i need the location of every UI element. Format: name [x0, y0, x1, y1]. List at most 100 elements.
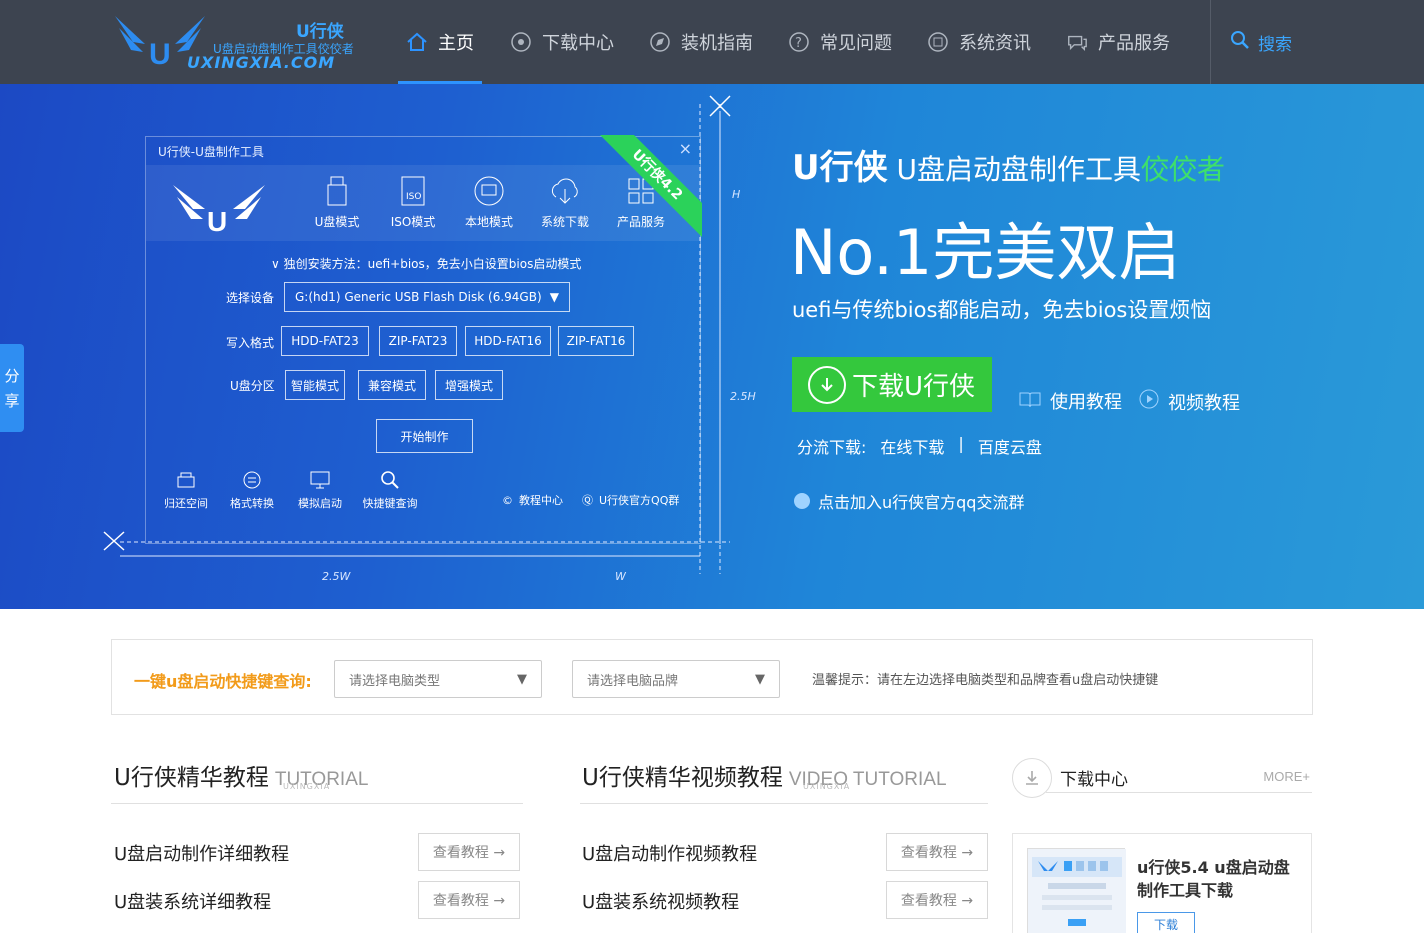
share-tab[interactable]: 分 享 [0, 344, 24, 432]
format-option[interactable]: HDD-FAT23 [281, 326, 369, 356]
video-item[interactable]: U盘装系统视频教程 [582, 888, 739, 914]
tool-mode-iso[interactable]: ISO ISO模式 [378, 175, 448, 230]
home-icon [406, 31, 428, 53]
section-divider [1046, 792, 1312, 793]
more-link[interactable]: MORE+ [1263, 769, 1310, 784]
download-center-header: 下载中心 MORE+ [1012, 758, 1312, 798]
view-tutorial-button[interactable]: 查看教程 → [418, 833, 520, 871]
video-tutorial-link[interactable]: 视频教程 [1138, 388, 1240, 415]
online-download-link[interactable]: 在线下载 [880, 434, 944, 458]
scissors-icon [103, 531, 125, 551]
nav-label: 系统资讯 [959, 33, 1031, 54]
qq-group-link[interactable]: Ⓠ U行侠官方QQ群 [582, 492, 679, 508]
search-button[interactable]: 搜索 [1230, 30, 1292, 55]
dim-2-5w: 2.5W [322, 570, 351, 583]
split-separator: | [958, 434, 964, 453]
download-center-title: 下载中心 [1060, 770, 1128, 790]
nav-divider [1210, 0, 1211, 84]
computer-type-select[interactable]: 请选择电脑类型 ▼ [334, 660, 542, 698]
tool-hint: ∨ 独创安装方法：uefi+bios，免去小白设置bios启动模式 [271, 257, 582, 271]
tool-foot-restore[interactable]: 归还空间 [151, 469, 221, 511]
usb-icon [302, 175, 372, 209]
nav-item-news[interactable]: 系统资讯 [927, 0, 1031, 84]
close-icon[interactable]: × [679, 139, 692, 158]
baidu-cloud-link[interactable]: 百度云盘 [978, 434, 1042, 458]
format-option[interactable]: ZIP-FAT16 [558, 326, 634, 356]
tool-logo-icon: U [173, 185, 265, 235]
tool-foot-convert[interactable]: 格式转换 [217, 469, 287, 511]
device-select[interactable]: G:(hd1) Generic USB Flash Disk (6.94GB) … [284, 282, 570, 312]
top-nav: U U行侠 U盘启动盘制作工具佼佼者 UXINGXIA.COM 主页 下载中心 … [0, 0, 1424, 84]
query-label: 一键u盘启动快捷键查询: [134, 672, 312, 691]
nav-label: 主页 [438, 33, 474, 54]
partition-option[interactable]: 增强模式 [435, 370, 503, 400]
svg-text:U: U [149, 38, 171, 71]
svg-text:U: U [207, 206, 227, 235]
qq-group-join-link[interactable]: 点击加入u行侠官方qq交流群 [794, 489, 1024, 513]
video-section-sub: UXINGXIA [803, 782, 851, 791]
tool-mode-local[interactable]: 本地模式 [454, 175, 524, 230]
nav-item-guide[interactable]: 装机指南 [649, 0, 753, 84]
download-button[interactable]: 下载U行侠 [792, 357, 992, 412]
format-option[interactable]: HDD-FAT16 [465, 326, 551, 356]
dropdown-arrow-icon: ▼ [755, 671, 765, 687]
format-label: 写入格式 [226, 336, 275, 350]
share-label-1: 分 [4, 367, 20, 385]
dim-h: H [732, 188, 741, 201]
product-thumbnail[interactable] [1027, 848, 1126, 933]
tool-mode-download[interactable]: 系统下载 [530, 175, 600, 230]
product-name[interactable]: u行侠5.4 u盘启动盘制作工具下载 [1137, 856, 1297, 902]
convert-icon [217, 469, 287, 493]
search-icon [355, 469, 425, 493]
nav-item-download[interactable]: 下载中心 [510, 0, 614, 84]
partition-option[interactable]: 兼容模式 [358, 370, 426, 400]
tutorial-item[interactable]: U盘启动制作详细教程 [114, 840, 289, 866]
app-preview-image [1028, 849, 1126, 933]
split-label: 分流下载: [797, 438, 867, 457]
monitor-icon [285, 469, 355, 493]
hotkey-query-bar: 一键u盘启动快捷键查询: 请选择电脑类型 ▼ 请选择电脑品牌 ▼ 温馨提示：请在… [111, 639, 1313, 715]
nav-label: 下载中心 [542, 33, 614, 54]
nav-item-home[interactable]: 主页 [398, 0, 482, 84]
chevron-down-icon: ∨ [271, 257, 280, 271]
start-make-button[interactable]: 开始制作 [376, 419, 473, 453]
play-icon [1138, 388, 1160, 415]
product-download-button[interactable]: 下载 [1137, 912, 1195, 933]
nav-item-service[interactable]: 产品服务 [1066, 0, 1170, 84]
view-tutorial-button[interactable]: 查看教程 → [418, 881, 520, 919]
tutorial-center-link[interactable]: © 教程中心 [502, 492, 563, 508]
dropdown-arrow-icon: ▼ [517, 671, 527, 687]
section-divider [580, 803, 988, 804]
view-video-button[interactable]: 查看教程 → [886, 881, 988, 919]
tool-screenshot: U行侠-U盘制作工具 U U盘模式 ISO ISO模式 本地模式 系统下载 产品… [145, 135, 702, 544]
cloud-download-icon [530, 175, 600, 209]
drive-icon [151, 469, 221, 493]
tool-foot-hotkey[interactable]: 快捷键查询 [355, 469, 425, 511]
tutorial-item[interactable]: U盘装系统详细教程 [114, 888, 271, 914]
device-label: 选择设备 [226, 291, 275, 305]
dropdown-arrow-icon: ▼ [549, 290, 559, 304]
video-section-title: U行侠精华视频教程 VIDEO TUTORIAL [582, 765, 947, 791]
view-video-button[interactable]: 查看教程 → [886, 833, 988, 871]
video-item[interactable]: U盘启动制作视频教程 [582, 840, 757, 866]
search-label: 搜索 [1258, 35, 1292, 55]
format-option[interactable]: ZIP-FAT23 [379, 326, 457, 356]
download-card: u行侠5.4 u盘启动盘制作工具下载 下载 [1012, 833, 1312, 933]
tool-mode-usb[interactable]: U盘模式 [302, 175, 372, 230]
dim-2-5h: 2.5H [730, 390, 756, 403]
svg-text:?: ? [795, 36, 802, 51]
usage-tutorial-link[interactable]: 使用教程 [1018, 388, 1122, 414]
query-tip: 温馨提示：请在左边选择电脑类型和品牌查看u盘启动快捷键 [812, 673, 1159, 688]
compass-icon [649, 31, 671, 53]
computer-brand-select[interactable]: 请选择电脑品牌 ▼ [572, 660, 780, 698]
search-icon [1230, 30, 1250, 55]
split-download: 分流下载: 在线下载 | 百度云盘 [797, 434, 1042, 458]
nav-label: 产品服务 [1098, 33, 1170, 54]
partition-option[interactable]: 智能模式 [285, 370, 345, 400]
logo-domain: UXINGXIA.COM [187, 53, 336, 72]
svg-text:ISO: ISO [406, 192, 421, 202]
hero-headline: No.1完美双启 [790, 216, 1181, 289]
tool-foot-simulate[interactable]: 模拟启动 [285, 469, 355, 511]
hero-tagline: uefi与传统bios都能启动，免去bios设置烦恼 [792, 298, 1212, 322]
nav-item-faq[interactable]: ? 常见问题 [788, 0, 892, 84]
